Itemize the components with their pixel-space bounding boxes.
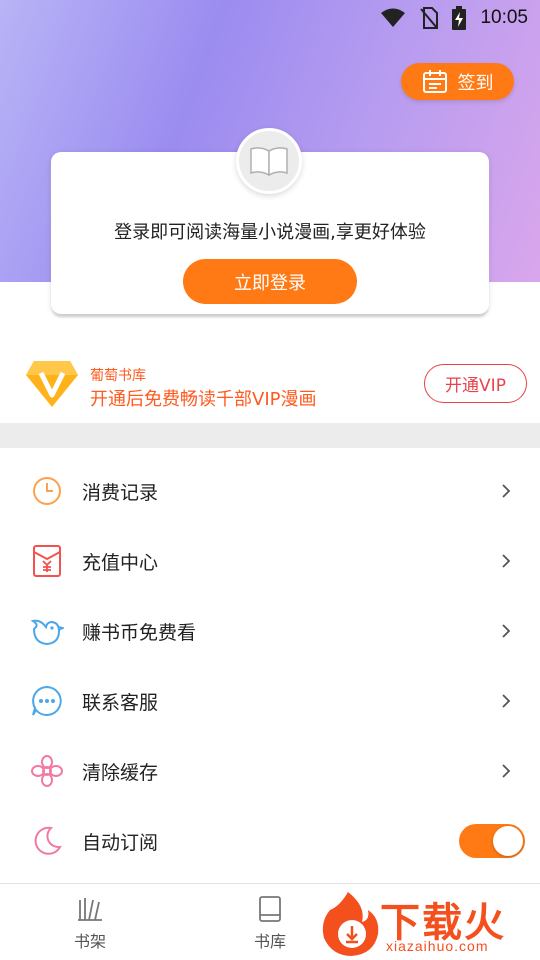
flame-logo-icon — [322, 892, 379, 956]
chevron-right-icon — [502, 554, 511, 568]
chevron-right-icon — [502, 764, 511, 778]
avatar[interactable] — [236, 128, 302, 194]
clock-icon — [30, 474, 64, 508]
vip-banner[interactable]: 葡萄书库 开通后免费畅读千部VIP漫画 开通VIP — [0, 350, 540, 420]
menu-item-label: 清除缓存 — [82, 762, 159, 784]
login-button[interactable]: 立即登录 — [183, 259, 357, 304]
menu-item-label: 充值中心 — [82, 552, 159, 574]
bird-icon — [30, 614, 64, 648]
flower-icon — [30, 754, 64, 788]
wifi-icon — [381, 8, 406, 27]
moon-icon — [30, 824, 64, 858]
open-vip-button[interactable]: 开通VIP — [424, 364, 527, 403]
menu-item-label: 赚书币免费看 — [82, 622, 197, 644]
section-divider — [0, 423, 540, 448]
menu-item-consumption-records[interactable]: 消费记录 — [0, 456, 540, 526]
open-book-icon — [250, 147, 288, 177]
toggle-knob — [493, 826, 523, 856]
auto-subscribe-toggle[interactable] — [459, 824, 525, 858]
chevron-right-icon — [502, 484, 511, 498]
settings-menu: 消费记录 充值中心 赚书币免费看 联系客服 清除缓存 自动订阅 — [0, 456, 540, 876]
tab-library[interactable]: 书库 — [225, 894, 315, 952]
watermark: 下载火 xiazaihuo.com — [318, 888, 540, 960]
menu-item-label: 自动订阅 — [82, 832, 159, 854]
chat-bubble-icon — [30, 684, 64, 718]
tab-label: 书库 — [253, 932, 286, 951]
vip-subtitle: 开通后免费畅读千部VIP漫画 — [90, 389, 317, 410]
clock-time: 10:05 — [480, 7, 528, 28]
menu-item-label: 联系客服 — [82, 692, 159, 714]
checkin-label: 签到 — [457, 72, 494, 94]
watermark-url: xiazaihuo.com — [386, 938, 489, 954]
tab-label: 书架 — [73, 932, 106, 951]
calendar-icon — [422, 69, 447, 93]
yen-envelope-icon — [30, 544, 64, 578]
battery-charging-icon — [452, 6, 467, 30]
tab-bookshelf[interactable]: 书架 — [45, 894, 135, 952]
no-sim-icon — [420, 7, 439, 29]
menu-item-contact-support[interactable]: 联系客服 — [0, 666, 540, 736]
login-prompt: 登录即可阅读海量小说漫画,享更好体验 — [114, 222, 426, 243]
book-icon — [259, 896, 281, 922]
vip-diamond-icon — [26, 361, 78, 407]
checkin-button[interactable]: 签到 — [401, 63, 514, 100]
status-bar: 10:05 — [0, 0, 540, 36]
menu-item-recharge-center[interactable]: 充值中心 — [0, 526, 540, 596]
bookshelf-icon — [78, 898, 102, 921]
menu-item-earn-coins[interactable]: 赚书币免费看 — [0, 596, 540, 666]
menu-item-clear-cache[interactable]: 清除缓存 — [0, 736, 540, 806]
chevron-right-icon — [502, 624, 511, 638]
chevron-right-icon — [502, 694, 511, 708]
menu-item-label: 消费记录 — [82, 482, 159, 504]
vip-title: 葡萄书库 — [90, 368, 146, 384]
menu-item-auto-subscribe: 自动订阅 — [0, 806, 540, 876]
